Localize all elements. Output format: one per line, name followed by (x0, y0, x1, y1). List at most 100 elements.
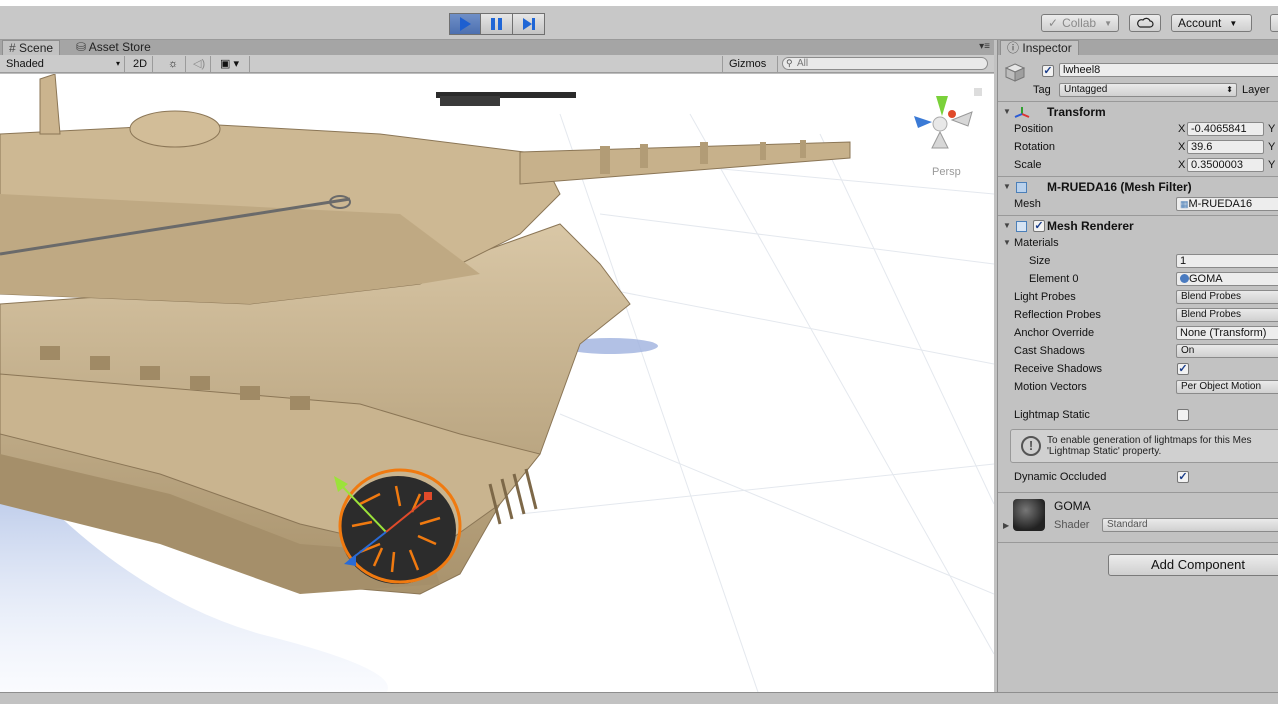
scene-search-input[interactable]: ⚲ All (782, 57, 988, 70)
anchor-override-label: Anchor Override (1014, 327, 1095, 339)
y-label: Y (1268, 159, 1276, 171)
layers-button[interactable] (1270, 14, 1278, 32)
info-icon: ⓘ (1007, 41, 1020, 55)
scene-viewport[interactable]: Persp (0, 74, 994, 698)
reflection-probes-value: Blend Probes (1181, 309, 1242, 320)
materials-label: Materials (1014, 237, 1059, 249)
play-button[interactable] (449, 13, 481, 35)
light-probes-label: Light Probes (1014, 291, 1076, 303)
help-message: To enable generation of lightmaps for th… (1047, 435, 1252, 457)
search-placeholder: All (797, 58, 809, 69)
tab-scene[interactable]: # Scene (2, 40, 61, 55)
rotation-row: Rotation X 39.6 Y (998, 138, 1278, 156)
shader-dropdown[interactable]: Standard (1102, 518, 1278, 532)
shader-label: Shader (1054, 519, 1090, 531)
x-label: X (1178, 123, 1186, 135)
fold-arrow-icon: ▼ (1003, 182, 1011, 191)
lightmap-static-checkbox[interactable] (1177, 409, 1189, 421)
account-button[interactable]: Account ▼ (1171, 14, 1252, 32)
tag-label: Tag (1033, 84, 1051, 96)
pause-button[interactable] (481, 13, 513, 35)
store-icon: ⛁ (76, 40, 87, 54)
mesh-filter-title: M-RUEDA16 (Mesh Filter) (1047, 180, 1192, 194)
mesh-filter-header[interactable]: ▼ M-RUEDA16 (Mesh Filter) (998, 178, 1278, 196)
light-probes-value: Blend Probes (1181, 291, 1242, 302)
dynamic-occluded-label: Dynamic Occluded (1014, 471, 1107, 483)
reflection-probes-dropdown[interactable]: Blend Probes (1176, 308, 1278, 322)
receive-shadows-row: Receive Shadows ✓ (998, 360, 1278, 378)
mesh-renderer-header[interactable]: ▼ ✓ Mesh Renderer (998, 217, 1278, 235)
position-x-field[interactable]: -0.4065841 (1187, 122, 1264, 136)
size-row: Size 1 (998, 252, 1278, 270)
tab-asset-store[interactable]: ⛁ Asset Store (70, 40, 157, 55)
rotation-x-field[interactable]: 39.6 (1187, 140, 1264, 154)
lightmap-static-row: Lightmap Static (998, 406, 1278, 424)
sun-icon: ☼ (168, 58, 179, 70)
status-bar (0, 692, 1278, 704)
motion-vectors-row: Motion Vectors Per Object Motion (998, 378, 1278, 396)
collab-button[interactable]: ✓ Collab ▼ (1041, 14, 1119, 32)
projection-label[interactable]: Persp (932, 166, 961, 178)
mesh-field[interactable]: ▦M-RUEDA16 (1176, 197, 1278, 211)
step-button[interactable] (513, 13, 545, 35)
anchor-override-row: Anchor Override None (Transform) (998, 324, 1278, 342)
rotation-label: Rotation (1014, 141, 1055, 153)
shading-dropdown[interactable]: Shaded ▾ (0, 56, 125, 72)
tag-dropdown[interactable]: Untagged ⬍ (1059, 83, 1237, 97)
rotation-x-value: 39.6 (1191, 141, 1213, 153)
materials-row[interactable]: ▼ Materials (998, 234, 1278, 252)
shader-row: ▶ Shader Standard (998, 516, 1278, 534)
receive-shadows-checkbox[interactable]: ✓ (1177, 363, 1189, 375)
mesh-asset-icon: ▦ (1180, 199, 1189, 209)
receive-shadows-label: Receive Shadows (1014, 363, 1103, 375)
x-label: X (1178, 141, 1186, 153)
dynamic-occluded-checkbox[interactable]: ✓ (1177, 471, 1189, 483)
motion-vectors-dropdown[interactable]: Per Object Motion (1176, 380, 1278, 394)
orientation-gizmo[interactable] (914, 96, 973, 149)
tag-row: Tag Untagged ⬍ Layer (998, 81, 1278, 99)
cloud-button[interactable] (1129, 14, 1161, 32)
light-probes-dropdown[interactable]: Blend Probes (1176, 290, 1278, 304)
gizmos-dropdown[interactable]: Gizmos ▾ (722, 56, 778, 85)
main-toolbar: ✓ Collab ▼ Account ▼ (0, 0, 1278, 40)
shader-value: Standard (1107, 519, 1148, 530)
size-label: Size (1029, 255, 1051, 267)
position-row: Position X -0.4065841 Y (998, 120, 1278, 138)
shading-mode-label: Shaded (6, 58, 44, 70)
effects-dropdown[interactable]: ▣ ▾ (214, 56, 250, 72)
lighting-toggle[interactable]: ☼ (162, 56, 186, 72)
reflection-probes-row: Reflection Probes Blend Probes (998, 306, 1278, 324)
transform-header[interactable]: ▼ Transform (998, 103, 1278, 121)
tab-asset-store-label: Asset Store (88, 40, 151, 54)
panel-menu-icon[interactable]: ▾≡ (979, 41, 990, 52)
motion-vectors-label: Motion Vectors (1014, 381, 1087, 393)
anchor-override-value: None (Transform) (1180, 327, 1267, 339)
object-name-field[interactable]: lwheel8 (1059, 63, 1278, 77)
scene-render (0, 74, 994, 698)
lightmap-help-box: ! To enable generation of lightmaps for … (1010, 429, 1278, 463)
add-component-button[interactable]: Add Component (1108, 554, 1278, 576)
material-name: GOMA (1054, 499, 1091, 513)
object-active-checkbox[interactable]: ✓ (1042, 65, 1054, 77)
position-label: Position (1014, 123, 1054, 135)
lightmap-static-label: Lightmap Static (1014, 409, 1090, 421)
warning-icon: ! (1021, 436, 1041, 456)
mesh-renderer-title: Mesh Renderer (1047, 219, 1134, 233)
tag-value: Untagged (1064, 84, 1108, 95)
scale-x-field[interactable]: 0.3500003 (1187, 158, 1264, 172)
layer-label: Layer (1242, 84, 1270, 96)
collab-label: Collab (1062, 16, 1097, 30)
mode-2d-button[interactable]: 2D (127, 56, 153, 72)
size-field[interactable]: 1 (1176, 254, 1278, 268)
fold-arrow-right-icon[interactable]: ▶ (1003, 517, 1009, 535)
fold-arrow-icon: ▼ (1003, 107, 1011, 116)
anchor-override-field[interactable]: None (Transform) (1176, 326, 1278, 340)
audio-toggle[interactable]: ◁) (187, 56, 211, 72)
tab-inspector[interactable]: ⓘ Inspector (1000, 40, 1079, 55)
element0-field[interactable]: GOMA (1176, 272, 1278, 286)
mesh-renderer-enabled-checkbox[interactable]: ✓ (1033, 220, 1045, 232)
mesh-label: Mesh (1014, 198, 1041, 210)
mesh-renderer-icon (1016, 221, 1027, 232)
y-label: Y (1268, 123, 1276, 135)
cast-shadows-dropdown[interactable]: On (1176, 344, 1278, 358)
